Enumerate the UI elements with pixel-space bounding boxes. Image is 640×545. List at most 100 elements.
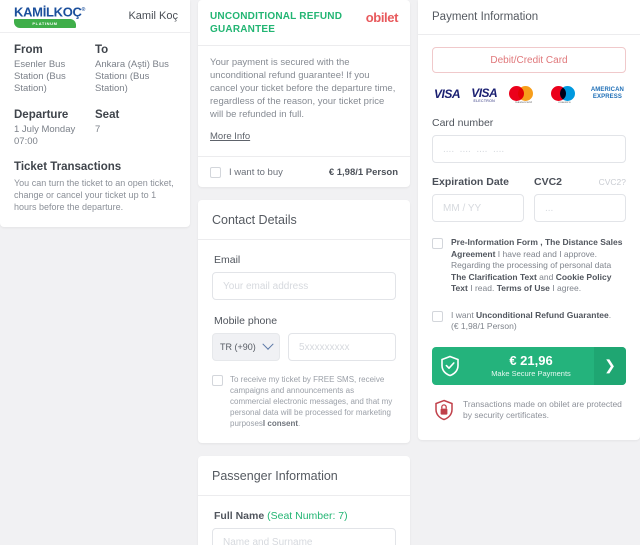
american-express-logo-icon: AMERICAN EXPRESS (590, 87, 624, 100)
fullname-label: Full Name (Seat Number: 7) (214, 510, 396, 522)
refund-buy-checkbox[interactable] (210, 167, 221, 178)
country-code-select[interactable]: TR (+90) (212, 333, 280, 361)
passenger-information-body: Full Name (Seat Number: 7) Identity Numb… (198, 496, 410, 545)
visa-logo-icon: VISA (434, 87, 461, 101)
passenger-information-title: Passenger Information (198, 456, 410, 496)
to-value: Ankara (Aşti) Bus Stationı (Bus Station) (95, 59, 169, 94)
payment-information-title: Payment Information (418, 0, 640, 35)
fullname-input[interactable] (212, 528, 396, 545)
refund-buy-row: I want to buy € 1,98/1 Person (198, 156, 410, 187)
fullname-label-text: Full Name (214, 510, 265, 522)
refund-guarantee-card: UNCONDITIONAL REFUND GUARANTEE obilet Yo… (198, 0, 410, 187)
cvc-help-link[interactable]: CVC2? (599, 177, 626, 187)
ticket-transactions-title: Ticket Transactions (14, 161, 122, 173)
passenger-information-card: Passenger Information Full Name (Seat Nu… (198, 456, 410, 545)
sms-consent-checkbox[interactable] (212, 375, 223, 386)
expiration-block: Expiration Date (432, 176, 524, 222)
phone-input[interactable] (288, 333, 396, 361)
card-number-input[interactable] (432, 135, 626, 163)
payment-column: Payment Information Debit/Credit Card VI… (418, 0, 640, 440)
refund-guarantee-checkbox[interactable] (432, 310, 443, 322)
maestro-logo-icon: maestro (550, 85, 580, 104)
email-input[interactable] (212, 272, 396, 300)
from-block: From Esenler Bus Station (Bus Station) (14, 44, 95, 95)
security-notice: Transactions made on obilet are protecte… (432, 399, 626, 426)
debit-credit-card-button[interactable]: Debit/Credit Card (432, 47, 626, 73)
sms-consent-text-bold: I consent (262, 419, 299, 428)
seat-label: Seat (95, 109, 120, 121)
terms-agreement-text: Pre-Information Form , The Distance Sale… (451, 237, 626, 295)
form-column: UNCONDITIONAL REFUND GUARANTEE obilet Yo… (190, 0, 418, 545)
refund-buy-left: I want to buy (210, 166, 283, 178)
make-secure-payment-button[interactable]: € 21,96 Make Secure Payments ❯ (432, 346, 626, 385)
sms-consent-text-end: . (298, 419, 301, 428)
departure-label: Departure (14, 109, 69, 121)
country-code-value: TR (+90) (220, 342, 256, 352)
trip-summary-column: KAMİLKOÇ® PLATINUM Kamil Koç From Esenle… (0, 0, 190, 227)
contact-details-card: Contact Details Email Mobile phone TR (+… (198, 200, 410, 443)
route-row: From Esenler Bus Station (Bus Station) T… (14, 44, 176, 95)
user-name: Kamil Koç (128, 10, 178, 22)
cvc-block: CVC2 CVC2? (534, 176, 626, 222)
trip-details: From Esenler Bus Station (Bus Station) T… (0, 33, 190, 227)
expiration-date-label: Expiration Date (432, 176, 510, 188)
lock-shield-icon (434, 399, 454, 426)
obilet-logo: obilet (365, 10, 399, 25)
refund-header: UNCONDITIONAL REFUND GUARANTEE obilet (198, 0, 410, 46)
expiration-date-input[interactable] (432, 194, 524, 222)
contact-details-body: Email Mobile phone TR (+90) To receive m… (198, 240, 410, 443)
sms-consent-text: To receive my ticket by FREE SMS, receiv… (230, 374, 396, 429)
logo-wordmark: KAMİLKOÇ (14, 4, 82, 20)
ticket-transactions-text: You can turn the ticket to an open ticke… (14, 178, 174, 212)
kamilkoc-logo[interactable]: KAMİLKOÇ® PLATINUM (14, 3, 90, 29)
expiration-cvc-row: Expiration Date CVC2 CVC2? (432, 176, 626, 222)
refund-description: Your payment is secured with the uncondi… (210, 57, 396, 120)
security-notice-text: Transactions made on obilet are protecte… (463, 398, 622, 420)
seat-block: Seat 7 (95, 109, 176, 148)
phone-row: TR (+90) (212, 333, 396, 361)
refund-guarantee-text-1: I want (451, 309, 477, 320)
more-info-link[interactable]: More Info (210, 131, 250, 142)
chevron-down-icon (262, 338, 274, 350)
departure-value: 1 July Monday 07:00 (14, 124, 76, 147)
visa-electron-logo-icon: VISA ELECTRON (471, 85, 498, 103)
refund-guarantee-bold: Unconditional Refund Guarantee (476, 309, 609, 320)
payment-button-labels: € 21,96 Make Secure Payments (468, 347, 594, 385)
cvc-input[interactable] (534, 194, 626, 222)
terms-text-3: I read. (467, 283, 497, 293)
payment-information-body: Debit/Credit Card VISA VISA ELECTRON mas… (418, 35, 640, 440)
phone-label: Mobile phone (214, 315, 278, 327)
to-block: To Ankara (Aşti) Bus Stationı (Bus Stati… (95, 44, 176, 95)
payment-button-subtitle: Make Secure Payments (491, 369, 571, 378)
departure-row: Departure 1 July Monday 07:00 Seat 7 (14, 109, 176, 148)
contact-details-title: Contact Details (198, 200, 410, 240)
mastercard-logo-icon: mastercard (508, 85, 538, 104)
departure-block: Departure 1 July Monday 07:00 (14, 109, 95, 148)
accepted-card-logos: VISA VISA ELECTRON mastercard maestro AM… (434, 85, 624, 105)
shield-check-icon (432, 347, 468, 385)
terms-link-clarification[interactable]: The Clarification Text (451, 272, 537, 282)
terms-text-2: and (536, 271, 556, 282)
refund-guarantee-text: I want Unconditional Refund Guarantee. (€… (451, 310, 611, 333)
refund-guarantee-price: (€ 1,98/1 Person) (451, 321, 517, 331)
terms-text-4: I agree. (549, 283, 582, 293)
terms-agreement-checkbox[interactable] (432, 238, 443, 249)
from-value: Esenler Bus Station (Bus Station) (14, 59, 66, 94)
payment-information-card: Payment Information Debit/Credit Card VI… (418, 0, 640, 440)
refund-guarantee-agreement-row: I want Unconditional Refund Guarantee. (€… (432, 310, 626, 333)
terms-link-terms-of-use[interactable]: Terms of Use (497, 283, 550, 293)
refund-buy-price: € 1,98/1 Person (328, 166, 398, 178)
brand-bar: KAMİLKOÇ® PLATINUM Kamil Koç (0, 0, 190, 33)
logo-ribbon-label: PLATINUM (32, 21, 58, 27)
refund-body: Your payment is secured with the uncondi… (198, 46, 410, 148)
logo-ribbon: PLATINUM (14, 19, 76, 29)
from-label: From (14, 44, 43, 56)
to-label: To (95, 44, 109, 56)
chevron-right-icon: ❯ (594, 346, 626, 385)
trip-summary-card: KAMİLKOÇ® PLATINUM Kamil Koç From Esenle… (0, 0, 190, 227)
checkout-page: KAMİLKOÇ® PLATINUM Kamil Koç From Esenle… (0, 0, 640, 545)
cvc-header: CVC2 CVC2? (534, 176, 626, 194)
refund-title: UNCONDITIONAL REFUND GUARANTEE (210, 11, 343, 35)
